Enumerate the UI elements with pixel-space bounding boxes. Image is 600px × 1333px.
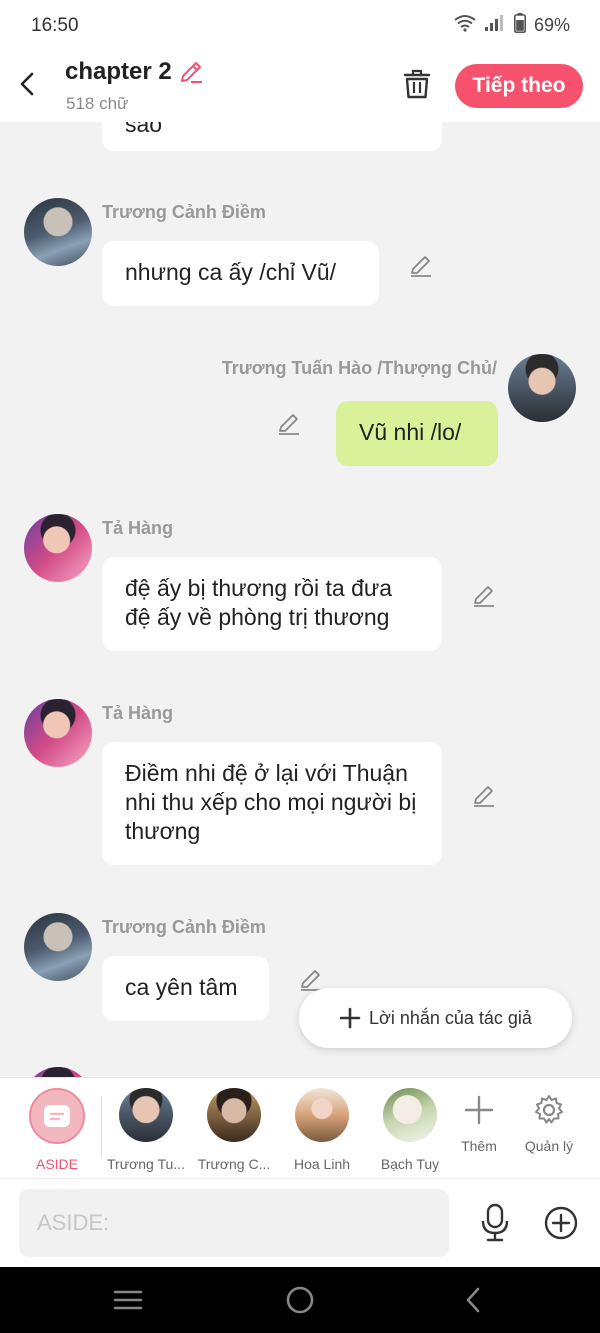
message-bubble[interactable]: Vũ nhi /lo/ bbox=[336, 401, 498, 466]
author-note-button[interactable]: Lời nhắn của tác giả bbox=[299, 988, 572, 1048]
manage-label: Quản lý bbox=[524, 1138, 574, 1154]
back-button[interactable] bbox=[12, 66, 42, 102]
avatar bbox=[383, 1088, 437, 1142]
system-nav-bar bbox=[0, 1267, 600, 1333]
edit-title-icon[interactable] bbox=[178, 59, 204, 85]
gear-icon bbox=[535, 1095, 563, 1124]
message-input[interactable] bbox=[19, 1189, 449, 1257]
message-bubble[interactable]: Điềm nhi đệ ở lại với Thuận nhi thu xếp … bbox=[102, 742, 442, 865]
aside-avatar bbox=[29, 1088, 85, 1144]
battery-icon bbox=[513, 13, 526, 38]
character-bar: ASIDE Trương Tu... Trương C... Hoa Linh … bbox=[0, 1077, 600, 1178]
trash-icon bbox=[403, 69, 431, 99]
avatar[interactable] bbox=[24, 198, 92, 266]
chapter-title-text: chapter 2 bbox=[65, 58, 172, 85]
add-character-button[interactable]: Thêm bbox=[444, 1088, 514, 1154]
home-circle-icon bbox=[286, 1286, 314, 1314]
voice-button[interactable] bbox=[477, 1201, 513, 1245]
status-bar: 16:50 69% bbox=[0, 0, 600, 50]
add-label: Thêm bbox=[461, 1138, 497, 1154]
add-circle-icon bbox=[544, 1206, 578, 1240]
author-name: Trương Cảnh Điềm bbox=[102, 202, 266, 222]
avatar[interactable] bbox=[508, 354, 576, 422]
author-note-label: Lời nhắn của tác giả bbox=[369, 1007, 532, 1028]
signal-icon bbox=[484, 14, 506, 37]
message-icon bbox=[44, 1105, 70, 1127]
message-text: đệ ấy bị thương rồi ta đưa đệ ấy về phòn… bbox=[125, 575, 393, 630]
add-icon bbox=[464, 1095, 494, 1125]
edit-message-icon[interactable] bbox=[470, 782, 498, 810]
message-bubble[interactable]: sao bbox=[102, 122, 442, 151]
character-aside[interactable]: ASIDE bbox=[15, 1088, 99, 1172]
composer bbox=[0, 1178, 600, 1267]
character-label: Hoa Linh bbox=[293, 1156, 351, 1172]
character-label: ASIDE bbox=[35, 1156, 78, 1172]
character-item[interactable]: Trương Tu... bbox=[104, 1088, 188, 1172]
message-bubble[interactable]: đệ ấy bị thương rồi ta đưa đệ ấy về phòn… bbox=[102, 557, 442, 651]
attach-button[interactable] bbox=[543, 1205, 579, 1241]
delete-button[interactable] bbox=[400, 66, 434, 102]
character-item[interactable]: Hoa Linh bbox=[280, 1088, 364, 1172]
back-arrow-icon bbox=[20, 72, 34, 96]
system-back-button[interactable] bbox=[456, 1283, 490, 1317]
avatar bbox=[24, 1067, 92, 1077]
character-label: Trương Tu... bbox=[107, 1156, 185, 1172]
character-item[interactable]: Bạch Tuy bbox=[368, 1088, 452, 1172]
avatar bbox=[119, 1088, 173, 1142]
top-app-bar: chapter 2 518 chữ Tiếp theo bbox=[0, 50, 600, 122]
avatar bbox=[207, 1088, 261, 1142]
edit-message-icon[interactable] bbox=[407, 252, 435, 280]
avatar bbox=[295, 1088, 349, 1142]
wifi-icon bbox=[454, 14, 476, 37]
chat-area[interactable]: sao Trương Cảnh Điềm nhưng ca ấy /chỉ Vũ… bbox=[0, 122, 600, 1077]
author-name: Trương Tuấn Hào /Thượng Chủ/ bbox=[221, 358, 497, 378]
plus-icon bbox=[339, 1007, 361, 1029]
recent-apps-button[interactable] bbox=[111, 1283, 145, 1317]
author-name: Tả Hàng bbox=[102, 518, 174, 538]
microphone-icon bbox=[481, 1203, 509, 1242]
author-name: Trương Cảnh Điềm bbox=[102, 917, 266, 937]
message-text: Điềm nhi đệ ở lại với Thuận nhi thu xếp … bbox=[125, 760, 417, 844]
divider bbox=[101, 1096, 102, 1156]
message-bubble[interactable]: ca yên tâm bbox=[102, 956, 269, 1021]
edit-message-icon[interactable] bbox=[275, 410, 303, 438]
status-time: 16:50 bbox=[31, 15, 79, 36]
home-button[interactable] bbox=[283, 1283, 317, 1317]
manage-button[interactable]: Quản lý bbox=[514, 1088, 584, 1154]
menu-icon bbox=[113, 1290, 143, 1310]
avatar[interactable] bbox=[24, 913, 92, 981]
chapter-title[interactable]: chapter 2 bbox=[65, 58, 204, 86]
character-label: Bạch Tuy bbox=[380, 1156, 440, 1172]
battery-level: 69% bbox=[533, 15, 570, 35]
avatar[interactable] bbox=[24, 514, 92, 582]
message-text: nhưng ca ấy /chỉ Vũ/ bbox=[125, 259, 337, 285]
message-text: sao bbox=[125, 122, 163, 137]
next-button[interactable]: Tiếp theo bbox=[455, 64, 583, 108]
character-label: Trương C... bbox=[197, 1156, 271, 1172]
author-name: Tả Hàng bbox=[102, 703, 174, 723]
character-item[interactable]: Trương C... bbox=[192, 1088, 276, 1172]
message-text: ca yên tâm bbox=[125, 974, 238, 1000]
message-text: Vũ nhi /lo/ bbox=[359, 419, 462, 445]
message-bubble[interactable]: nhưng ca ấy /chỉ Vũ/ bbox=[102, 241, 379, 306]
edit-message-icon[interactable] bbox=[470, 582, 498, 610]
back-chevron-icon bbox=[466, 1287, 480, 1313]
avatar[interactable] bbox=[24, 699, 92, 767]
word-count: 518 chữ bbox=[66, 94, 129, 113]
